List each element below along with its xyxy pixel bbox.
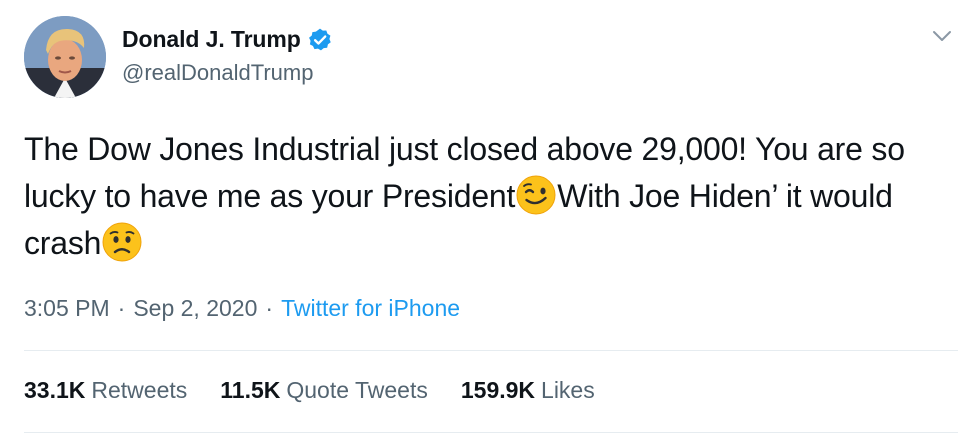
display-name[interactable]: Donald J. Trump xyxy=(122,26,301,53)
chevron-down-icon[interactable] xyxy=(930,24,954,48)
divider xyxy=(24,350,958,351)
retweets-label: Retweets xyxy=(91,377,188,403)
verified-badge-icon xyxy=(307,27,333,53)
winking-face-emoji-icon xyxy=(515,174,557,216)
divider xyxy=(24,432,958,433)
retweets-count: 33.1K xyxy=(24,377,86,403)
likes-count: 159.9K xyxy=(460,377,536,403)
likes-label: Likes xyxy=(541,377,595,403)
quote-tweets-count: 11.5K xyxy=(220,377,281,403)
tweet-time[interactable]: 3:05 PM xyxy=(24,295,110,322)
avatar[interactable] xyxy=(24,16,106,98)
likes-stat[interactable]: 159.9K Likes xyxy=(461,377,595,404)
quote-tweets-label: Quote Tweets xyxy=(286,377,428,403)
retweets-stat[interactable]: 33.1K Retweets xyxy=(24,377,187,404)
tweet-card: Donald J. Trump @realDonaldTrump The Dow… xyxy=(0,0,980,436)
quote-tweets-stat[interactable]: 11.5K Quote Tweets xyxy=(220,377,428,404)
author-name-row[interactable]: Donald J. Trump xyxy=(122,26,333,53)
tweet-source-link[interactable]: Twitter for iPhone xyxy=(281,295,460,322)
tweet-text: The Dow Jones Industrial just closed abo… xyxy=(24,126,959,267)
worried-face-emoji-icon xyxy=(101,221,143,263)
tweet-meta: 3:05 PM · Sep 2, 2020 · Twitter for iPho… xyxy=(24,295,460,322)
handle[interactable]: @realDonaldTrump xyxy=(122,60,313,86)
engagement-stats: 33.1K Retweets 11.5K Quote Tweets 159.9K Li… xyxy=(24,377,628,404)
meta-separator: · xyxy=(117,295,126,321)
meta-separator: · xyxy=(265,295,274,321)
tweet-date[interactable]: Sep 2, 2020 xyxy=(133,295,257,322)
